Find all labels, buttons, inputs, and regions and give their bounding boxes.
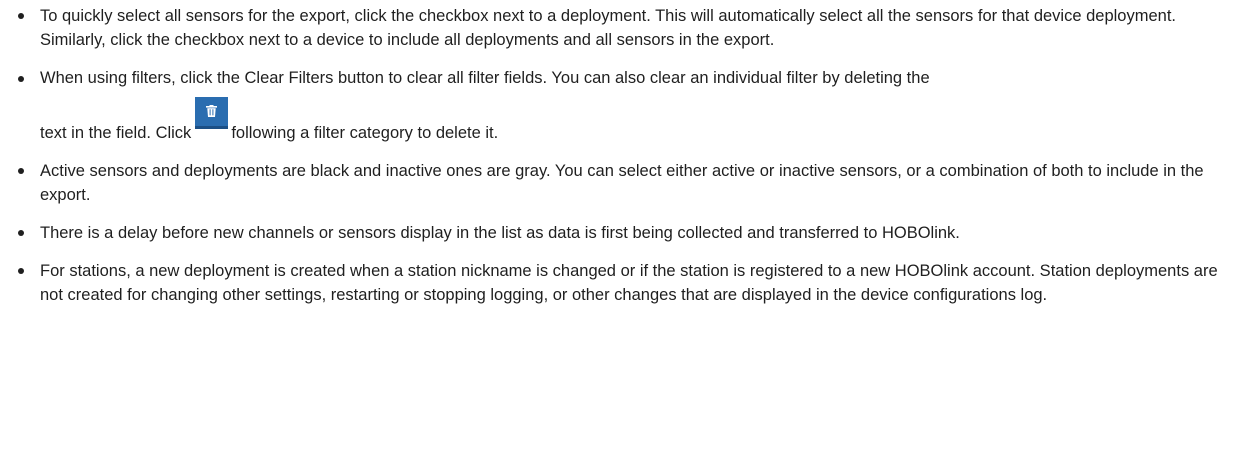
tip-display-delay: There is a delay before new channels or … xyxy=(6,221,1239,245)
tip-text: For stations, a new deployment is create… xyxy=(40,262,1218,304)
tips-list: To quickly select all sensors for the ex… xyxy=(6,4,1239,307)
tip-active-inactive: Active sensors and deployments are black… xyxy=(6,159,1239,207)
tip-text: There is a delay before new channels or … xyxy=(40,224,960,242)
tip-clear-filters: When using filters, click the Clear Filt… xyxy=(6,66,1239,145)
tip-text-line-2: text in the field. Click following a filt… xyxy=(40,97,1239,145)
tip-text: To quickly select all sensors for the ex… xyxy=(40,7,1176,49)
tip-text-mid: text in the field. Click xyxy=(40,124,192,142)
tip-text-before: When using filters, click the Clear Filt… xyxy=(40,69,930,87)
trash-icon xyxy=(195,97,229,129)
document-body: To quickly select all sensors for the ex… xyxy=(0,0,1249,307)
tip-text-after: following a filter category to delete it… xyxy=(231,124,499,142)
tip-select-all-sensors: To quickly select all sensors for the ex… xyxy=(6,4,1239,52)
trash-icon-glyph xyxy=(206,105,218,117)
tip-station-deployments: For stations, a new deployment is create… xyxy=(6,259,1239,307)
tip-text: Active sensors and deployments are black… xyxy=(40,162,1204,204)
